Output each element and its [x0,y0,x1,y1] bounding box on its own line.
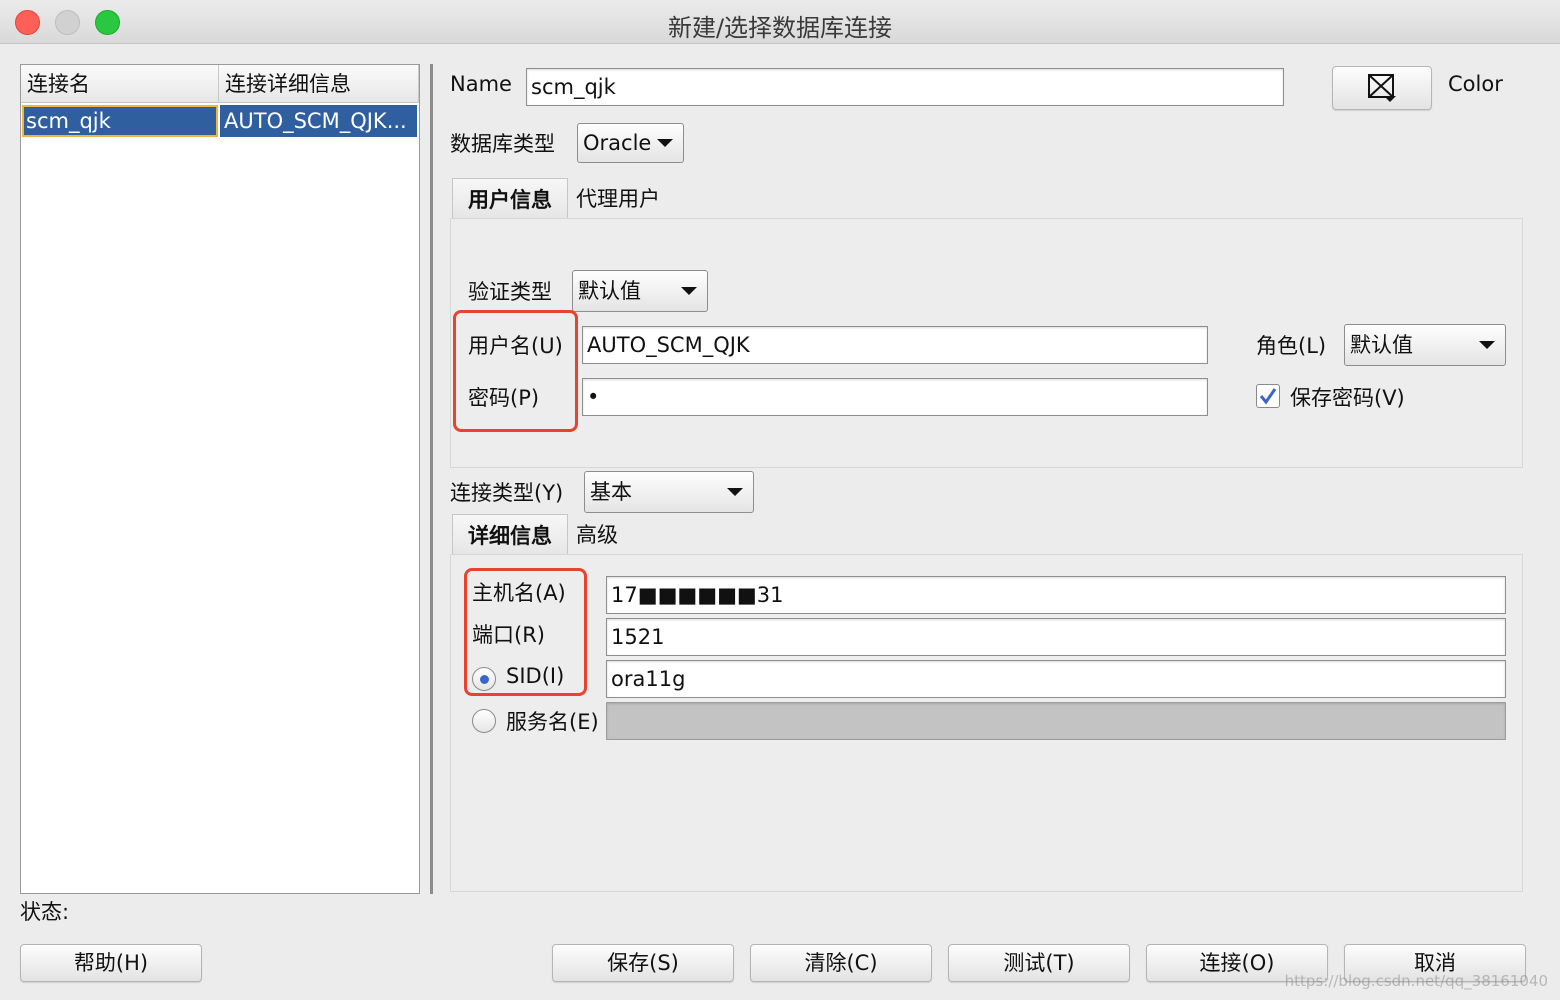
password-input[interactable]: • [582,378,1208,416]
name-input[interactable]: scm_qjk [526,68,1284,106]
port-label: 端口(R) [472,623,545,647]
port-input[interactable]: 1521 [606,618,1506,656]
save-password-label[interactable]: 保存密码(V) [1290,382,1405,412]
db-type-select[interactable]: Oracle [577,123,684,163]
chevron-down-icon [727,488,743,496]
checkmark-icon [1259,388,1277,405]
password-label: 密码(P) [468,386,540,410]
sid-label[interactable]: SID(I) [506,664,564,688]
credentials-highlight-box [453,310,578,432]
title-bar: 新建/选择数据库连接 [0,0,1560,44]
chevron-down-icon [681,287,697,295]
db-type-value: Oracle [583,131,652,155]
color-label: Color [1448,72,1503,96]
sid-input[interactable]: ora11g [606,660,1506,698]
connection-type-value: 基本 [590,480,632,504]
split-pane-divider[interactable] [430,64,433,894]
window-title: 新建/选择数据库连接 [667,14,893,42]
username-label: 用户名(U) [468,334,563,358]
sid-radio[interactable] [472,667,496,691]
column-header-connection-name[interactable]: 连接名 [21,65,219,103]
connection-type-select[interactable]: 基本 [584,471,754,513]
column-header-connection-detail[interactable]: 连接详细信息 [219,65,419,103]
tab-advanced[interactable]: 高级 [576,514,618,556]
table-cell-connection-detail[interactable]: AUTO_SCM_QJK... [220,105,417,137]
color-picker-button[interactable] [1332,66,1432,110]
auth-type-select[interactable]: 默认值 [572,270,708,312]
service-name-radio[interactable] [472,709,496,733]
host-label: 主机名(A) [472,581,566,605]
connection-table[interactable]: 连接名 连接详细信息 scm_qjk AUTO_SCM_QJK... [20,64,420,894]
chevron-down-icon [1479,341,1495,349]
radio-selected-dot [480,675,489,684]
help-button[interactable]: 帮助(H) [20,944,202,982]
status-label: 状态: [20,900,70,924]
role-label: 角色(L) [1256,334,1327,358]
service-name-label[interactable]: 服务名(E) [506,706,599,736]
save-password-checkbox[interactable] [1256,384,1280,408]
name-label: Name [450,72,512,96]
connection-type-label: 连接类型(Y) [450,481,564,505]
color-swatch-icon [1368,74,1396,102]
clear-button[interactable]: 清除(C) [750,944,932,982]
save-button[interactable]: 保存(S) [552,944,734,982]
host-input[interactable]: 17■■■■■■31 [606,576,1506,614]
username-input[interactable]: AUTO_SCM_QJK [582,326,1208,364]
table-cell-connection-name[interactable]: scm_qjk [22,105,218,137]
test-button[interactable]: 测试(T) [948,944,1130,982]
service-name-input [606,702,1506,740]
db-type-label: 数据库类型 [450,132,555,156]
auth-type-value: 默认值 [578,279,641,303]
role-value: 默认值 [1350,333,1413,357]
tab-details[interactable]: 详细信息 [452,514,568,556]
chevron-down-icon [657,139,673,147]
watermark-text: https://blog.csdn.net/qq_38161040 [1284,972,1548,990]
tab-proxy-user[interactable]: 代理用户 [576,178,660,220]
auth-type-label: 验证类型 [468,280,552,304]
tab-user-info[interactable]: 用户信息 [452,178,568,220]
role-select[interactable]: 默认值 [1344,324,1506,366]
